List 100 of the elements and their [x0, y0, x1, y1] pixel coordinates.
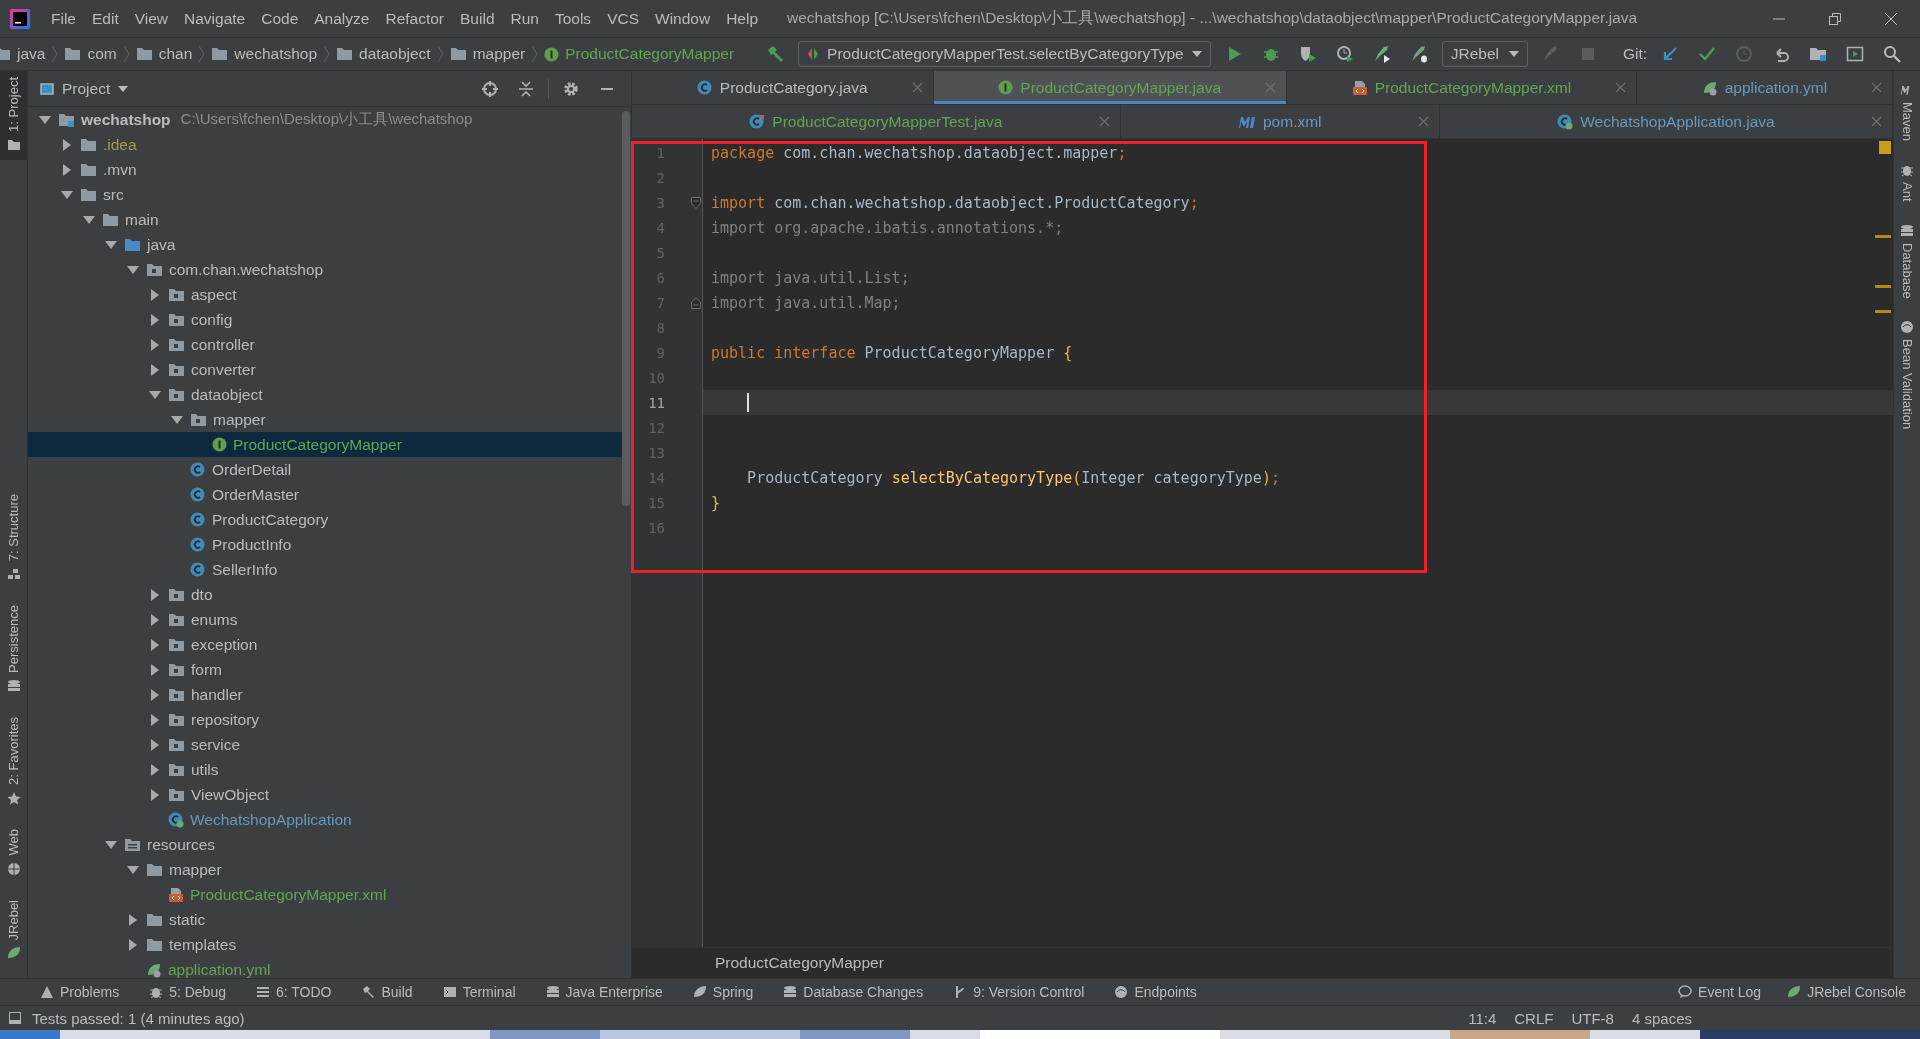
tree-item[interactable]: enums	[191, 610, 238, 629]
collapsed-arrow-icon[interactable]	[149, 313, 161, 326]
tool-window-button[interactable]: 6: TODO	[255, 984, 332, 1000]
tree-item[interactable]: ViewObject	[191, 785, 270, 804]
menu-item[interactable]: Analyze	[307, 9, 379, 28]
tool-window-button[interactable]: 9: Version Control	[953, 984, 1085, 1000]
tree-item[interactable]: resources	[147, 835, 216, 854]
tool-window-button[interactable]: Web	[0, 823, 27, 884]
expanded-arrow-icon[interactable]	[149, 388, 161, 401]
menu-item[interactable]: Build	[453, 9, 504, 28]
selected-row-highlight[interactable]: ProductCategoryMapper	[28, 432, 622, 457]
menu-item[interactable]: VCS	[600, 9, 648, 28]
status-item[interactable]: CRLF	[1514, 1009, 1554, 1027]
tree-item[interactable]: OrderMaster	[212, 485, 299, 504]
check-icon[interactable]	[1698, 45, 1717, 63]
close-icon[interactable]	[1884, 11, 1898, 26]
scrollbar[interactable]	[622, 111, 630, 506]
collapsed-arrow-icon[interactable]	[149, 588, 161, 601]
tree-item[interactable]: aspect	[191, 285, 237, 304]
menu-item[interactable]: View	[127, 9, 178, 28]
collapsed-arrow-icon[interactable]	[149, 663, 161, 676]
expanded-arrow-icon[interactable]	[105, 238, 117, 251]
tool-window-button[interactable]: Problems	[40, 984, 120, 1000]
tree-item[interactable]: main	[125, 210, 159, 229]
collapsed-arrow-icon[interactable]	[149, 338, 161, 351]
caret-icon[interactable]	[118, 85, 129, 92]
hammer-icon[interactable]	[766, 45, 785, 63]
tool-window-button[interactable]: Java Enterprise	[545, 984, 663, 1000]
settings-icon[interactable]	[562, 79, 580, 98]
editor-breadcrumb[interactable]: ProductCategoryMapper	[715, 954, 884, 972]
tree-item[interactable]: form	[191, 660, 222, 679]
collapsed-arrow-icon[interactable]	[149, 363, 161, 376]
fold-marker-icon[interactable]	[691, 296, 701, 309]
jrebel-dropdown[interactable]: JRebel	[1441, 41, 1528, 67]
tree-item[interactable]: converter	[191, 360, 256, 379]
clock-run-icon[interactable]	[1335, 45, 1354, 63]
tree-item[interactable]: ProductCategoryMapper	[233, 435, 402, 454]
tree-item[interactable]: com.chan.wechatshop	[169, 260, 324, 279]
tree-item[interactable]: SellerInfo	[212, 560, 278, 579]
tool-window-button[interactable]: Terminal	[442, 984, 516, 1000]
tree-item[interactable]: java	[147, 235, 176, 254]
status-item[interactable]: 4 spaces	[1631, 1009, 1692, 1027]
tool-window-button[interactable]: Ant	[1899, 163, 1915, 202]
expanded-arrow-icon[interactable]	[127, 863, 139, 876]
tree-item[interactable]: utils	[191, 760, 219, 779]
menu-item[interactable]: Run	[503, 9, 548, 28]
tree-item[interactable]: mapper	[213, 410, 266, 429]
folder-grid-icon[interactable]	[1809, 45, 1828, 63]
breadcrumb-item[interactable]: mapper	[472, 45, 526, 63]
expanded-arrow-icon[interactable]	[105, 838, 117, 851]
collapsed-arrow-icon[interactable]	[149, 713, 161, 726]
tree-item[interactable]: config	[191, 310, 233, 329]
tool-window-button[interactable]: 1: Project	[0, 71, 27, 160]
tool-window-button[interactable]: Maven	[1899, 83, 1915, 142]
tool-window-button[interactable]: 2: Favorites	[0, 711, 27, 814]
collapsed-arrow-icon[interactable]	[149, 763, 161, 776]
tree-item[interactable]: static	[169, 910, 206, 929]
tree-item[interactable]: wechatshop	[81, 110, 171, 129]
tree-item[interactable]: dto	[191, 585, 213, 604]
menu-item[interactable]: Code	[254, 9, 308, 28]
collapsed-arrow-icon[interactable]	[149, 688, 161, 701]
rocket-run-icon[interactable]	[1372, 45, 1391, 63]
status-item[interactable]: 11:4	[1468, 1009, 1497, 1027]
tree-item[interactable]: mapper	[169, 860, 222, 879]
breadcrumb-item[interactable]: ProductCategoryMapper	[565, 45, 735, 63]
breadcrumb-item[interactable]: wechatshop	[234, 45, 318, 63]
tool-window-button[interactable]: Persistence	[0, 599, 27, 702]
expanded-arrow-icon[interactable]	[127, 263, 139, 276]
tree-item[interactable]: .idea	[103, 135, 137, 154]
shield-run-icon[interactable]	[1298, 45, 1317, 63]
tree-item[interactable]: .mvn	[103, 160, 137, 179]
menu-item[interactable]: Window	[648, 9, 720, 28]
collapsed-arrow-icon[interactable]	[127, 913, 139, 926]
tool-window-button[interactable]: Bean Validation	[1899, 320, 1915, 430]
expanded-arrow-icon[interactable]	[61, 188, 73, 201]
tree-item[interactable]: dataobject	[191, 385, 263, 404]
tree-item[interactable]: ProductCategory	[212, 510, 329, 529]
tool-window-button[interactable]: Build	[361, 984, 413, 1000]
collapsed-arrow-icon[interactable]	[61, 163, 73, 176]
menu-item[interactable]: File	[44, 9, 85, 28]
expanded-arrow-icon[interactable]	[171, 413, 183, 426]
collapsed-arrow-icon[interactable]	[61, 138, 73, 151]
tree-item[interactable]: ProductCategoryMapper.xml	[190, 885, 387, 904]
tool-window-button[interactable]: Event Log	[1678, 984, 1762, 1000]
fold-marker-icon[interactable]	[691, 196, 701, 209]
panel-title[interactable]: Project	[62, 79, 111, 98]
locate-icon[interactable]	[481, 79, 499, 98]
collapsed-arrow-icon[interactable]	[149, 788, 161, 801]
window-run-icon[interactable]	[1846, 45, 1865, 63]
breadcrumb-item[interactable]: chan	[158, 45, 193, 63]
breadcrumb-item[interactable]: dataobject	[359, 45, 431, 63]
tool-window-button[interactable]: Spring	[692, 984, 754, 1000]
menu-item[interactable]: Tools	[547, 9, 601, 28]
tree-item[interactable]: controller	[191, 335, 255, 354]
tree-item[interactable]: templates	[169, 935, 237, 954]
collapsed-arrow-icon[interactable]	[149, 738, 161, 751]
collapse-icon[interactable]	[517, 79, 535, 98]
tool-window-button[interactable]: JRebel Console	[1787, 984, 1906, 1000]
panel-toggle-icon[interactable]	[8, 1011, 22, 1025]
tree-item[interactable]: handler	[191, 685, 243, 704]
